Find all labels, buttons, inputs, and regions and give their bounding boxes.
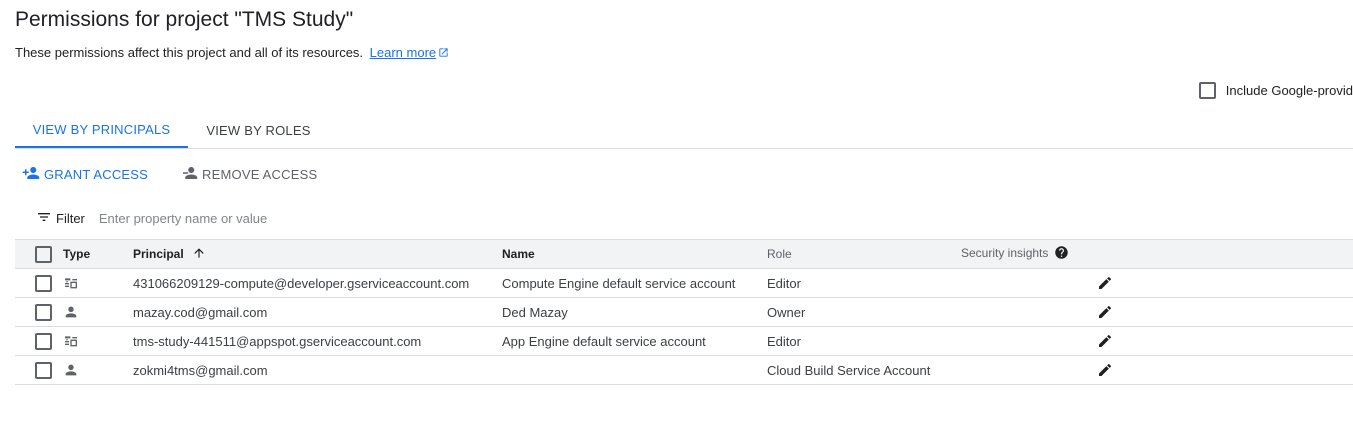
column-header-security-insights: Security insights [961,239,1353,269]
edit-cell [961,355,1353,385]
role-cell: Editor [767,268,961,298]
table-row[interactable]: tms-study-441511@appspot.gserviceaccount… [15,326,1353,356]
table-row[interactable]: zokmi4tms@gmail.com Cloud Build Service … [15,355,1353,385]
remove-access-button[interactable]: REMOVE ACCESS [180,164,317,185]
principal-cell: tms-study-441511@appspot.gserviceaccount… [133,326,502,356]
row-select-cell [15,268,63,298]
column-header-name: Name [502,239,767,269]
edit-cell [961,326,1353,356]
remove-access-label: REMOVE ACCESS [202,167,318,182]
help-icon[interactable] [1054,246,1069,263]
row-checkbox[interactable] [35,332,52,350]
table-row[interactable]: 431066209129-compute@developer.gservicea… [15,268,1353,298]
description-text: These permissions affect this project an… [15,45,364,60]
sort-ascending-icon[interactable] [192,247,206,263]
select-all-cell [15,239,63,269]
tab-bar: VIEW BY PRINCIPALS VIEW BY ROLES [15,113,1353,149]
page-description: These permissions affect this project an… [15,45,449,61]
type-cell [63,297,133,327]
edit-pencil-icon[interactable] [1097,333,1113,349]
name-cell: Compute Engine default service account [502,268,767,298]
principal-cell: mazay.cod@gmail.com [133,297,502,327]
grant-access-button[interactable]: GRANT ACCESS [22,164,148,185]
include-google-label: Include Google-provid [1225,83,1353,98]
page-title: Permissions for project "TMS Study" [15,8,354,31]
role-cell: Editor [767,326,961,356]
type-cell [63,326,133,356]
grant-access-label: GRANT ACCESS [44,167,149,182]
learn-more-link[interactable]: Learn more [370,45,436,60]
filter-bar: Filter [36,209,1353,228]
edit-pencil-icon[interactable] [1097,362,1113,378]
row-select-cell [15,326,63,356]
type-cell [63,268,133,298]
remove-person-icon [180,164,202,185]
role-cell: Cloud Build Service Account [767,355,961,385]
principal-cell: zokmi4tms@gmail.com [133,355,502,385]
security-insights-label: Security insights [961,246,1049,260]
tab-view-by-roles[interactable]: VIEW BY ROLES [188,113,329,147]
role-cell: Owner [767,297,961,327]
table-header-row: Type Principal Name Role Security insigh… [15,239,1353,269]
column-header-principal[interactable]: Principal [133,239,502,269]
include-google-checkbox[interactable]: Include Google-provid [1198,82,1353,99]
external-link-icon [438,46,449,61]
row-select-cell [15,355,63,385]
column-header-role: Role [767,239,961,269]
row-select-cell [15,297,63,327]
filter-input[interactable] [98,211,499,226]
row-checkbox[interactable] [35,361,52,379]
person-icon [63,363,79,378]
name-cell [502,355,767,385]
select-all-checkbox[interactable] [35,245,52,263]
edit-cell [961,268,1353,298]
learn-more-label: Learn more [369,45,437,60]
type-cell [63,355,133,385]
service-account-icon [63,334,79,349]
action-bar: GRANT ACCESS REMOVE ACCESS [22,164,349,185]
tab-view-by-principals[interactable]: VIEW BY PRINCIPALS [15,113,188,148]
edit-cell [961,297,1353,327]
include-google-checkbox-box[interactable] [1198,82,1216,99]
row-checkbox[interactable] [35,303,52,321]
edit-pencil-icon[interactable] [1097,275,1113,291]
edit-pencil-icon[interactable] [1097,304,1113,320]
principal-header-label: Principal [133,246,184,261]
name-cell: Ded Mazay [502,297,767,327]
table-row[interactable]: mazay.cod@gmail.com Ded Mazay Owner [15,297,1353,327]
row-checkbox[interactable] [35,274,52,292]
name-cell: App Engine default service account [502,326,767,356]
add-person-icon [22,164,44,185]
filter-label: Filter [56,211,85,226]
filter-icon[interactable] [36,209,52,228]
principals-table: Type Principal Name Role Security insigh… [15,239,1353,385]
service-account-icon [63,276,79,291]
principal-cell: 431066209129-compute@developer.gservicea… [133,268,502,298]
column-header-type: Type [63,239,133,269]
person-icon [63,305,79,320]
